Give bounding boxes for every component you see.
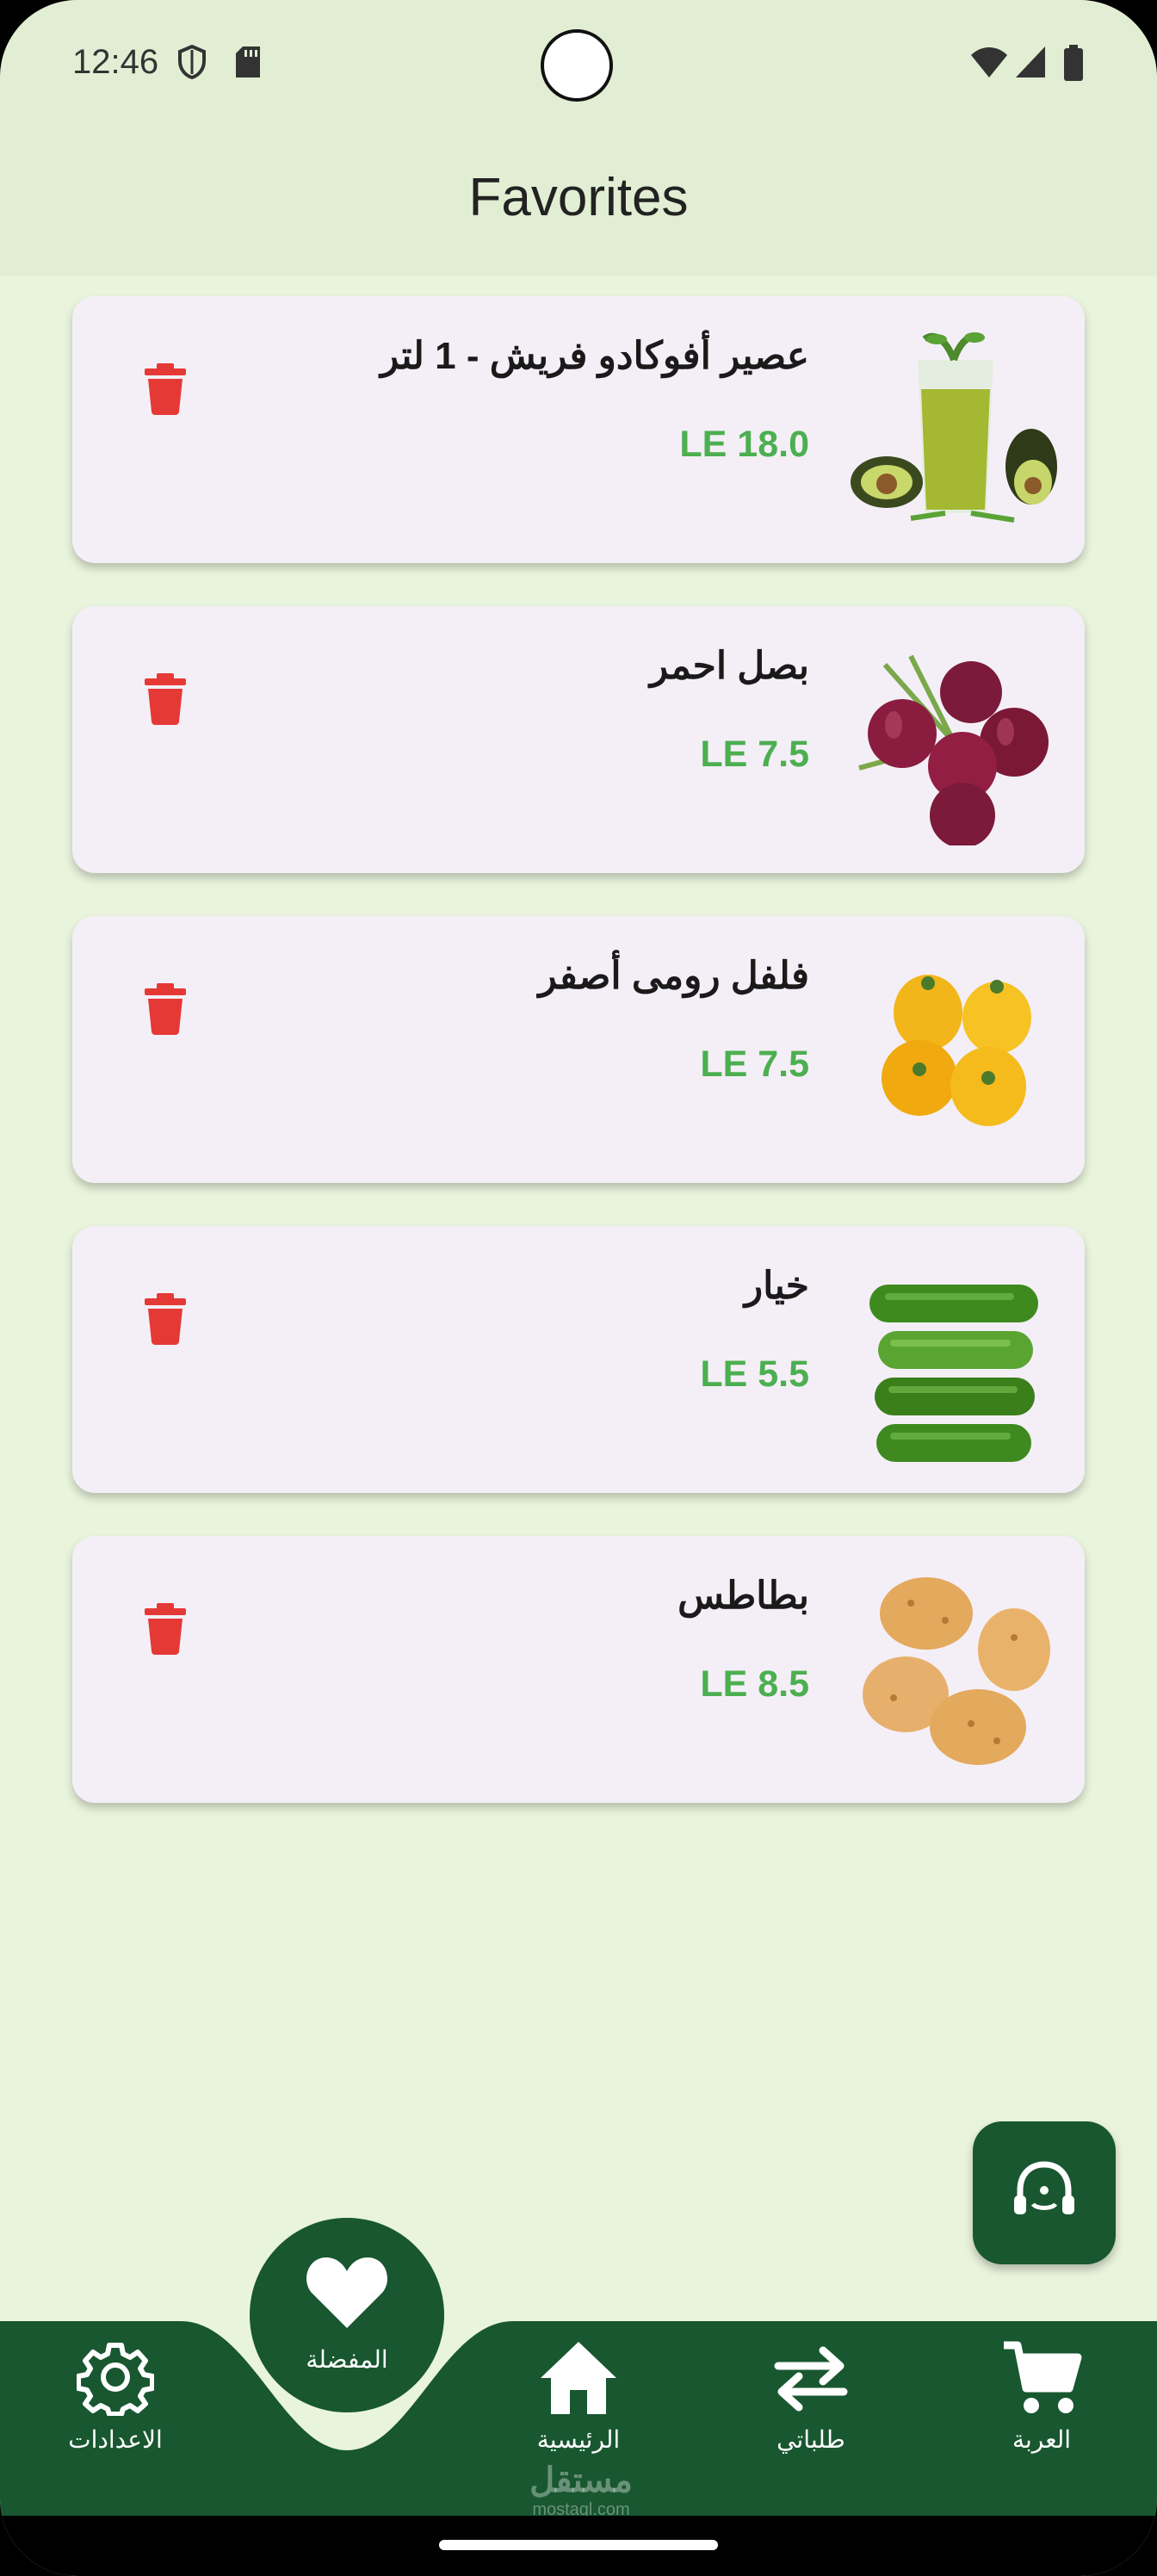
home-gesture-handle[interactable]: [439, 2540, 718, 2550]
nav-cart[interactable]: العربة: [956, 2338, 1128, 2454]
app-bar: Favorites: [0, 138, 1157, 276]
product-name: بطاطس: [677, 1575, 809, 1617]
product-name: عصير أفوكادو فريش - 1 لتر: [380, 335, 809, 377]
watermark-arabic: مستقل: [529, 2461, 633, 2499]
favorite-item[interactable]: بصل احمر LE 7.5: [72, 606, 1085, 873]
nav-settings-label: الاعدادات: [68, 2426, 163, 2453]
delete-icon[interactable]: [145, 1603, 186, 1655]
wifi-icon: [971, 47, 1007, 77]
product-name: بصل احمر: [649, 645, 809, 687]
status-time: 12:46: [72, 43, 159, 81]
delete-icon[interactable]: [145, 1293, 186, 1345]
page-title: Favorites: [468, 168, 689, 227]
product-price: LE 18.0: [679, 424, 809, 465]
product-price: LE 5.5: [700, 1353, 809, 1395]
nav-settings[interactable]: الاعدادات: [29, 2338, 201, 2454]
cucumber-image: [869, 1285, 1038, 1462]
delete-icon[interactable]: [145, 983, 186, 1035]
nav-favorites-label: المفضلة: [306, 2346, 388, 2373]
nav-cart-label: العربة: [1012, 2426, 1072, 2453]
favorite-item[interactable]: بطاطس LE 8.5: [72, 1536, 1085, 1803]
potato-image: [863, 1577, 1050, 1765]
delete-icon[interactable]: [145, 673, 186, 725]
nav-home[interactable]: الرئيسية: [492, 2338, 665, 2454]
sd-card-icon: [236, 46, 260, 77]
swap-arrows-icon: [774, 2346, 848, 2412]
watermark: مستقل mostaql.com: [508, 2461, 654, 2520]
home-icon: [541, 2342, 616, 2414]
nav-home-label: الرئيسية: [536, 2426, 621, 2453]
favorite-item[interactable]: خيار LE 5.5: [72, 1226, 1085, 1493]
favorite-item[interactable]: عصير أفوكادو فريش - 1 لتر LE 18.0: [72, 296, 1085, 563]
cart-icon: [1004, 2341, 1082, 2413]
camera-cutout: [541, 29, 613, 102]
screen: 12:46 Favorites عصير أفوكادو فريش - 1 لت: [0, 0, 1157, 2576]
nav-orders[interactable]: طلباتي: [725, 2338, 897, 2454]
product-price: LE 8.5: [700, 1663, 809, 1705]
shield-icon: [178, 45, 206, 79]
settings-gear-icon: [76, 2343, 155, 2417]
product-name: خيار: [744, 1265, 809, 1307]
yellow-pepper-image: [882, 975, 1031, 1126]
product-price: LE 7.5: [700, 734, 809, 775]
support-button[interactable]: [973, 2121, 1116, 2264]
status-bar: 12:46: [0, 0, 1157, 138]
nav-favorites[interactable]: المفضلة: [250, 2218, 444, 2412]
product-name: فلفل رومى أصفر: [538, 955, 810, 997]
red-onion-image: [858, 654, 1049, 845]
product-price: LE 7.5: [700, 1043, 809, 1085]
heart-icon: [306, 2257, 387, 2328]
favorite-item[interactable]: فلفل رومى أصفر LE 7.5: [72, 916, 1085, 1183]
nav-orders-label: طلباتي: [776, 2426, 845, 2453]
battery-icon: [1064, 45, 1083, 81]
delete-icon[interactable]: [145, 363, 186, 415]
signal-icon: [1016, 46, 1045, 77]
headset-support-icon: [1014, 2161, 1074, 2214]
avocado-juice-image: [851, 332, 1057, 523]
